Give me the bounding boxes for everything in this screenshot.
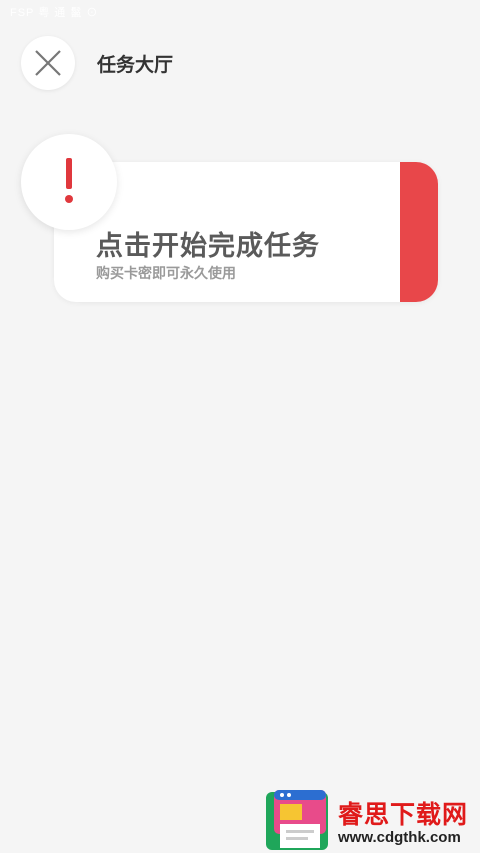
task-title: 点击开始完成任务: [96, 231, 320, 262]
close-icon: [35, 50, 61, 76]
watermark-url: www.cdgthk.com: [338, 829, 461, 846]
task-subtitle: 购买卡密即可永久使用: [96, 266, 236, 282]
card-accent-bar: [400, 162, 438, 302]
alert-badge: [21, 134, 117, 230]
exclamation-icon: [65, 158, 73, 203]
browser-window-icon: [266, 790, 328, 850]
status-bar: FSP 粤 通 鬣 ⊙: [10, 7, 99, 19]
watermark-site-name: 睿思下载网: [338, 800, 469, 829]
page-title: 任务大厅: [97, 54, 174, 76]
close-button[interactable]: [21, 36, 75, 90]
